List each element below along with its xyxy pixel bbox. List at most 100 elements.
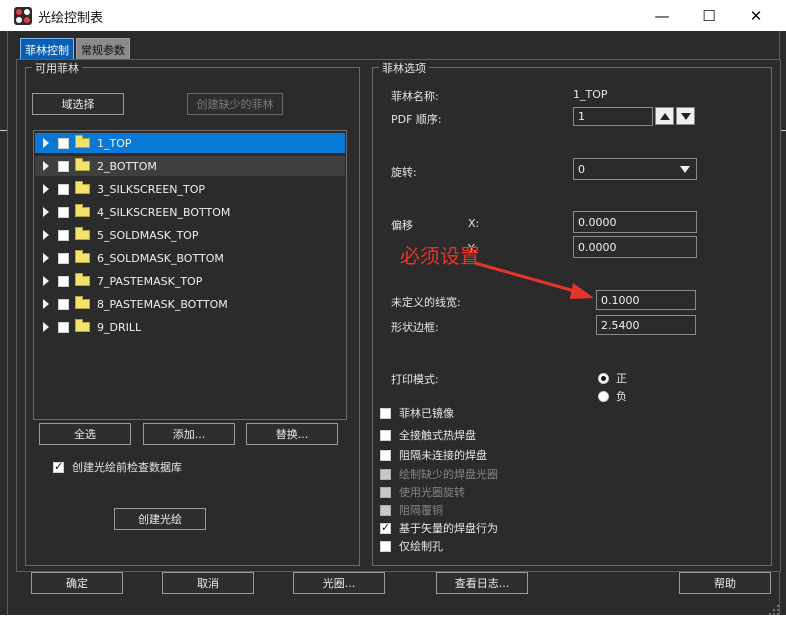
plot-mode-negative-option[interactable]: 负 <box>598 388 627 404</box>
annotation-arrow-icon <box>474 261 594 299</box>
aperture-button[interactable]: 光圈... <box>293 572 385 594</box>
offset-x-label: X: <box>468 217 480 230</box>
film-name-value: 1_TOP <box>573 88 608 101</box>
film-tree-row[interactable]: 3_SILKSCREEN_TOP <box>35 179 345 199</box>
option-film-mirrored[interactable]: 菲林已镜像 <box>380 405 454 421</box>
draw-holes-only-checkbox[interactable] <box>380 540 391 552</box>
rotation-select[interactable]: 0 <box>573 158 697 180</box>
film-tree-row[interactable]: 5_SOLDMASK_TOP <box>35 225 345 245</box>
vector-based-pad-label: 基于矢量的焊盘行为 <box>399 522 498 535</box>
pdf-order-down-button[interactable] <box>676 107 695 125</box>
expand-arrow-icon[interactable] <box>43 299 49 309</box>
suppress-unconnected-pads-checkbox[interactable] <box>380 449 391 461</box>
folder-icon <box>75 181 90 194</box>
expand-arrow-icon[interactable] <box>43 253 49 263</box>
folder-icon <box>75 227 90 240</box>
view-log-button[interactable]: 查看日志... <box>436 572 528 594</box>
option-suppress-unconnected-pads[interactable]: 阻隔未连接的焊盘 <box>380 447 487 463</box>
replace-film-button[interactable]: 替换... <box>246 423 338 445</box>
add-film-button[interactable]: 添加... <box>143 423 235 445</box>
use-aperture-rotation-checkbox[interactable] <box>380 486 391 498</box>
folder-icon <box>75 135 90 148</box>
full-contact-thermal-checkbox[interactable] <box>380 429 391 441</box>
background-strip <box>0 615 786 625</box>
film-tree-row[interactable]: 6_SOLDMASK_BOTTOM <box>35 248 345 268</box>
help-button[interactable]: 帮助 <box>679 572 771 594</box>
plot-mode-positive-radio[interactable] <box>598 372 609 384</box>
film-checkbox[interactable] <box>58 137 69 149</box>
shape-bounding-input[interactable]: 2.5400 <box>596 315 696 335</box>
available-films-title: 可用菲林 <box>32 60 82 76</box>
minimize-button[interactable]: — <box>639 0 685 31</box>
undefined-line-width-input[interactable]: 0.1000 <box>596 290 696 310</box>
film-tree-row[interactable]: 1_TOP <box>35 133 345 153</box>
draw-missing-pad-apertures-checkbox[interactable] <box>380 468 391 480</box>
expand-arrow-icon[interactable] <box>43 276 49 286</box>
option-use-aperture-rotation[interactable]: 使用光圈旋转 <box>380 484 465 500</box>
option-vector-based-pad[interactable]: 基于矢量的焊盘行为 <box>380 520 498 536</box>
pdf-order-input[interactable]: 1 <box>573 107 653 126</box>
plot-mode-negative-label: 负 <box>616 390 627 403</box>
select-all-button[interactable]: 全选 <box>39 423 131 445</box>
tab-film-control[interactable]: 菲林控制 <box>20 38 74 61</box>
plot-mode-positive-option[interactable]: 正 <box>598 370 627 386</box>
film-checkbox[interactable] <box>58 275 69 287</box>
rotation-label: 旋转: <box>391 166 417 179</box>
film-name: 1_TOP <box>97 136 132 150</box>
plot-mode-negative-radio[interactable] <box>598 390 609 402</box>
film-checkbox[interactable] <box>58 229 69 241</box>
vector-based-pad-checkbox[interactable] <box>380 521 391 534</box>
film-mirrored-checkbox[interactable] <box>380 407 391 419</box>
resize-grip-icon[interactable] <box>768 604 780 616</box>
offset-label: 偏移 <box>391 219 413 232</box>
folder-icon <box>75 319 90 332</box>
create-missing-films-button[interactable]: 创建缺少的菲林 <box>187 93 283 115</box>
region-select-button[interactable]: 域选择 <box>32 93 124 115</box>
expand-arrow-icon[interactable] <box>43 184 49 194</box>
expand-arrow-icon[interactable] <box>43 161 49 171</box>
pdf-order-up-button[interactable] <box>655 107 674 125</box>
check-database-option[interactable]: 创建光绘前检查数据库 <box>53 459 182 475</box>
option-full-contact-thermal[interactable]: 全接触式热焊盘 <box>380 427 476 443</box>
expand-arrow-icon[interactable] <box>43 230 49 240</box>
expand-arrow-icon[interactable] <box>43 322 49 332</box>
option-draw-holes-only[interactable]: 仅绘制孔 <box>380 538 443 554</box>
undefined-line-width-label: 未定义的线宽: <box>391 296 461 309</box>
film-checkbox[interactable] <box>58 160 69 172</box>
film-checkbox[interactable] <box>58 206 69 218</box>
film-checkbox[interactable] <box>58 321 69 333</box>
cancel-button[interactable]: 取消 <box>162 572 254 594</box>
check-database-checkbox[interactable] <box>53 460 64 473</box>
create-artwork-button[interactable]: 创建光绘 <box>114 508 206 530</box>
film-checkbox[interactable] <box>58 183 69 195</box>
annotation-text: 必须设置 <box>400 244 480 268</box>
film-name: 5_SOLDMASK_TOP <box>97 228 199 242</box>
film-tree-row[interactable]: 9_DRILL <box>35 317 345 337</box>
close-button[interactable]: ✕ <box>733 0 779 31</box>
folder-icon <box>75 204 90 217</box>
use-aperture-rotation-label: 使用光圈旋转 <box>399 486 465 499</box>
folder-icon <box>75 273 90 286</box>
maximize-icon: ☐ <box>702 6 716 25</box>
film-checkbox[interactable] <box>58 298 69 310</box>
tab-general-params[interactable]: 常规参数 <box>76 38 130 61</box>
film-name: 3_SILKSCREEN_TOP <box>97 182 206 196</box>
folder-icon <box>75 158 90 171</box>
option-suppress-shape-fill[interactable]: 阻隔覆铜 <box>380 502 443 518</box>
option-draw-missing-pad-apertures[interactable]: 绘制缺少的焊盘光圈 <box>380 466 498 482</box>
film-tree-row[interactable]: 2_BOTTOM <box>35 156 345 176</box>
film-checkbox[interactable] <box>58 252 69 264</box>
film-tree-row[interactable]: 7_PASTEMASK_TOP <box>35 271 345 291</box>
plot-mode-label: 打印模式: <box>391 373 439 386</box>
background-line <box>0 130 7 131</box>
film-tree-list[interactable]: 1_TOP 2_BOTTOM 3_SILKSCREEN_TOP 4_SILKSC… <box>33 130 347 420</box>
expand-arrow-icon[interactable] <box>43 207 49 217</box>
arrow-down-icon <box>680 112 691 120</box>
maximize-button[interactable]: ☐ <box>686 0 732 31</box>
suppress-shape-fill-checkbox[interactable] <box>380 504 391 516</box>
film-tree-row[interactable]: 8_PASTEMASK_BOTTOM <box>35 294 345 314</box>
film-tree-row[interactable]: 4_SILKSCREEN_BOTTOM <box>35 202 345 222</box>
ok-button[interactable]: 确定 <box>31 572 123 594</box>
expand-arrow-icon[interactable] <box>43 138 49 148</box>
offset-x-input[interactable]: 0.0000 <box>573 211 697 233</box>
